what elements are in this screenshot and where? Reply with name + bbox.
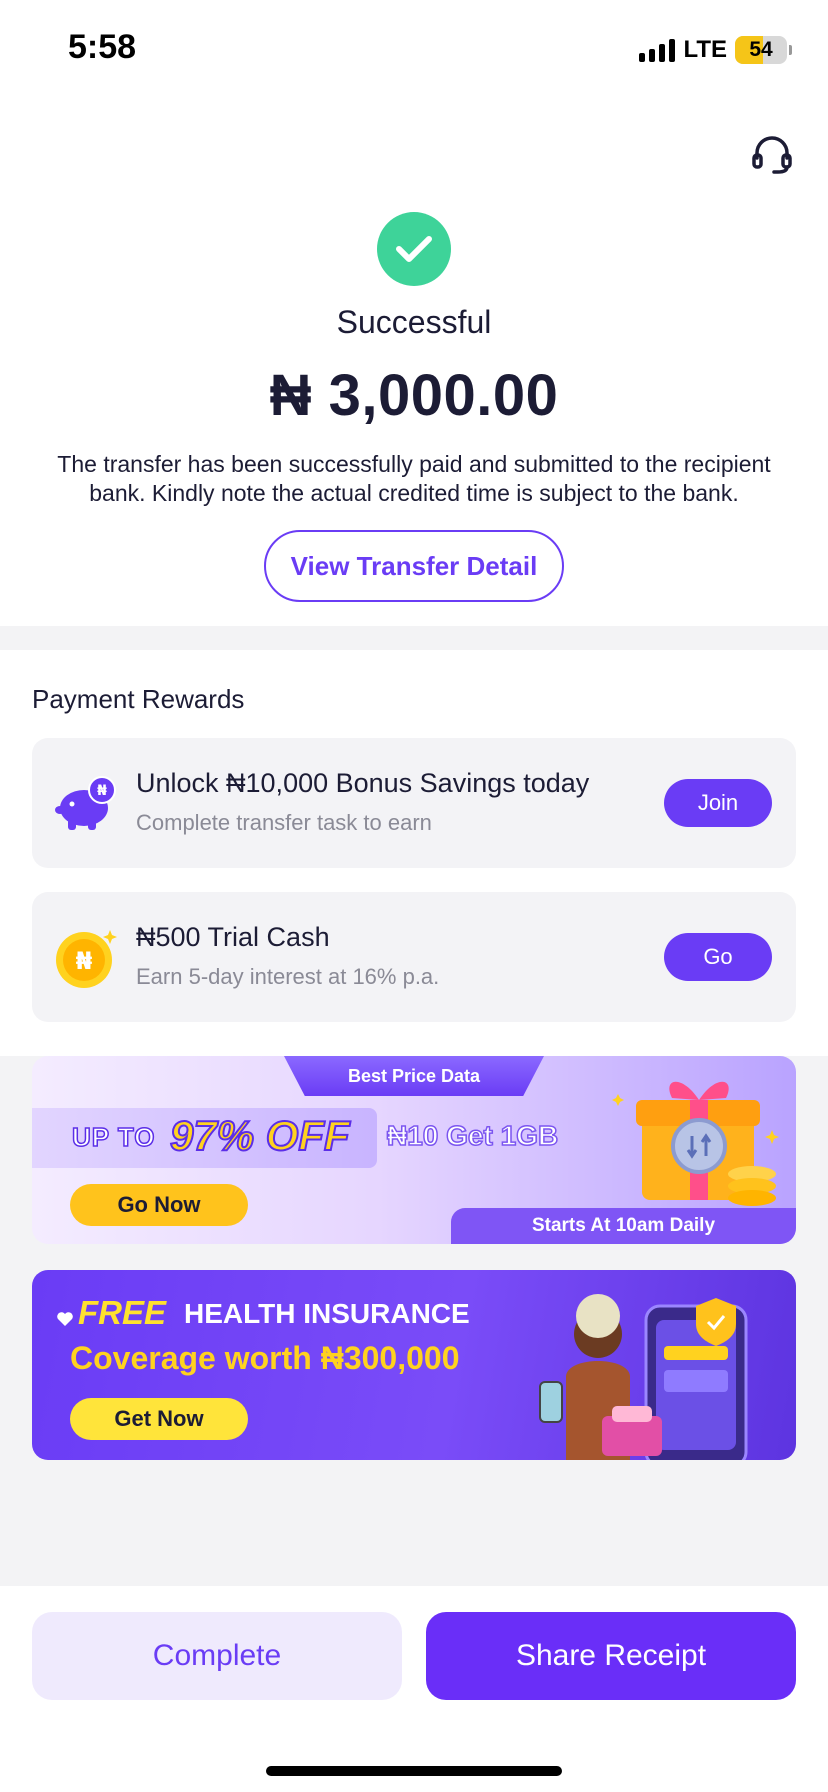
status-indicators: LTE 54 (639, 36, 792, 64)
status-time: 5:58 (68, 28, 137, 66)
heart-icon (56, 1310, 74, 1328)
svg-text:₦: ₦ (97, 783, 107, 799)
share-receipt-button[interactable]: Share Receipt (426, 1612, 796, 1700)
reward-card-trial-cash[interactable]: ₦ ₦500 Trial Cash Earn 5-day interest at… (32, 892, 796, 1022)
banner-coverage: Coverage worth ₦300,000 (70, 1340, 460, 1376)
network-type: LTE (683, 36, 727, 63)
complete-button[interactable]: Complete (32, 1612, 402, 1700)
cellular-signal-icon (639, 38, 676, 62)
piggy-bank-icon: ₦ (54, 770, 120, 836)
banner-offer: ₦10 Get 1GB (386, 1119, 559, 1152)
reward-card-bonus-savings[interactable]: ₦ Unlock ₦10,000 Bonus Savings today Com… (32, 738, 796, 868)
home-indicator[interactable] (266, 1766, 562, 1776)
reward-subtitle: Earn 5-day interest at 16% p.a. (136, 964, 440, 989)
reward-title: ₦500 Trial Cash (136, 922, 330, 952)
join-button[interactable]: Join (664, 779, 772, 827)
transfer-amount: ₦ 3,000.00 (269, 363, 559, 428)
insurance-promo-banner[interactable]: FREE HEALTH INSURANCE Coverage worth ₦30… (32, 1270, 796, 1460)
svg-text:₦: ₦ (76, 947, 93, 975)
battery-icon: 54 (735, 36, 787, 64)
banner-tab-label: Best Price Data (284, 1056, 544, 1096)
battery-tip (789, 45, 792, 55)
insurance-illustration (506, 1286, 776, 1460)
transfer-result: Successful ₦ 3,000.00 The transfer has b… (0, 100, 828, 626)
naira-coin-icon: ₦ (54, 924, 120, 990)
banner-up-to: UP TO (71, 1121, 156, 1153)
banner-free: FREE (78, 1294, 167, 1331)
data-promo-banner[interactable]: Best Price Data UP TO 97% OFF ₦10 Get 1G… (32, 1056, 796, 1244)
reward-subtitle: Complete transfer task to earn (136, 810, 432, 835)
battery-level: 54 (749, 38, 773, 61)
headset-icon[interactable] (750, 132, 794, 176)
go-now-button[interactable]: Go Now (70, 1184, 248, 1226)
banner-headline: HEALTH INSURANCE (184, 1298, 470, 1329)
checkmark-icon (377, 212, 451, 286)
get-now-button[interactable]: Get Now (70, 1398, 248, 1440)
reward-title: Unlock ₦10,000 Bonus Savings today (136, 768, 590, 798)
result-description: The transfer has been successfully paid … (57, 451, 771, 506)
gift-box-icon (602, 1074, 782, 1214)
view-transfer-detail-button[interactable]: View Transfer Detail (264, 530, 564, 602)
banner-starts-time: Starts At 10am Daily (451, 1208, 796, 1244)
go-button[interactable]: Go (664, 933, 772, 981)
status-bar: 5:58 LTE 54 (0, 0, 828, 100)
bottom-action-bar: Complete Share Receipt (0, 1586, 828, 1792)
result-title: Successful (336, 304, 492, 340)
payment-rewards: Payment Rewards ₦ Unlock ₦10,000 Bonus S… (0, 650, 828, 1056)
rewards-title: Payment Rewards (32, 684, 245, 714)
banner-discount: 97% OFF (169, 1111, 351, 1160)
